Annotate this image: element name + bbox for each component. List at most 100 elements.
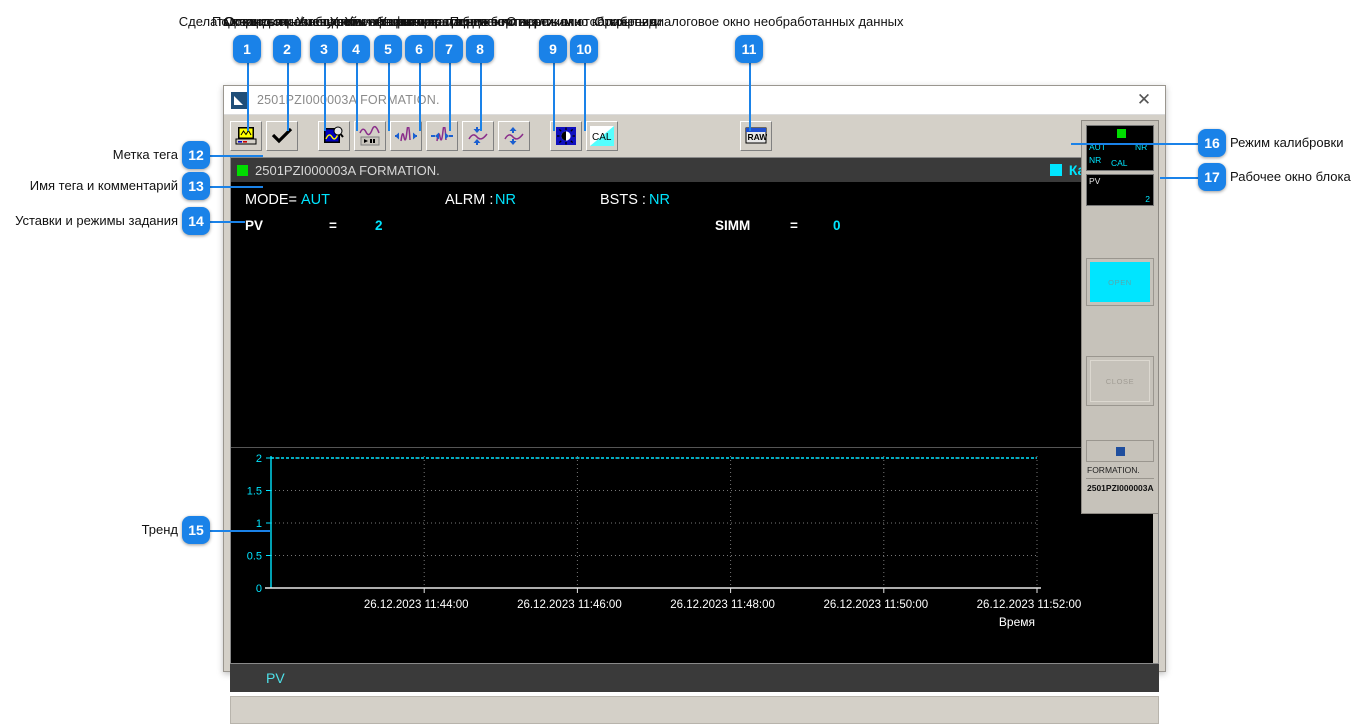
value-row: PV = 2 SIMM = 0 [245,218,1158,244]
pv-value[interactable]: 2 [375,218,383,233]
pv-key: PV [245,218,264,233]
callout-line-15 [210,530,270,532]
callout-line-2 [287,63,289,131]
callout-line-13 [210,186,263,188]
svg-text:Время: Время [999,615,1035,629]
faceplate-pv-value: 2 [1145,194,1150,204]
simm-value[interactable]: 0 [833,218,841,233]
callout-line-12 [210,155,263,157]
callout-badge-8: 8 [466,35,494,63]
acknowledge-button[interactable] [266,121,298,151]
callout-line-10 [584,63,586,131]
mode-value[interactable]: AUT [301,192,330,208]
calibration-button[interactable]: CAL [586,121,618,151]
callout-line-14 [210,221,245,223]
callout-badge-12: 12 [182,141,210,169]
tag-status-indicator-icon [237,164,248,176]
svg-text:26.12.2023 11:50:00: 26.12.2023 11:50:00 [823,599,928,611]
scale-shrink-button[interactable] [462,121,494,151]
toolbar: CAL RAW [224,115,1165,157]
status-row: MODE= AUT ALRM : NR BSTS : NR [245,192,1158,218]
callout-badge-9: 9 [539,35,567,63]
bsts-key: BSTS : [600,192,646,208]
callout-badge-4: 4 [342,35,370,63]
bsts-value: NR [649,192,670,208]
callout-line-4 [356,63,358,131]
callout-line-7 [449,63,451,131]
block-faceplate-window: 2501PZI000003A FORMATION. ✕ CAL RAW 2501… [223,85,1166,724]
legend-item-pv[interactable]: PV [266,670,285,686]
svg-text:CAL: CAL [592,132,612,143]
close-button-frame: CLOSE [1086,356,1154,406]
callout-line-6 [419,63,421,131]
alarm-key: ALRM : [445,192,494,208]
faceplate-comment: FORMATION. [1086,465,1154,479]
callout-badge-11: 11 [735,35,763,63]
svg-text:0: 0 [256,583,262,595]
faceplate-pv: PV 2 [1086,174,1154,206]
trend-chart[interactable]: 0 0.5 1 1.5 2 26.12.2023 11:44:00 26.12.2023 1… [231,447,1158,663]
block-detail-area: 2501PZI000003A FORMATION. Калибровка MOD… [230,157,1159,664]
svg-text:26.12.2023 11:44:00: 26.12.2023 11:44:00 [364,599,469,611]
toolbar-separator-3 [622,136,740,137]
simm-key: SIMM [715,218,751,233]
toolbar-separator [302,136,318,137]
toolbar-separator-2 [534,136,550,137]
callout-badge-14: 14 [182,207,210,235]
svg-text:26.12.2023 11:46:00: 26.12.2023 11:46:00 [517,599,622,611]
callout-badge-15: 15 [182,516,210,544]
faceplate-tag: 2501PZI000003A [1087,483,1154,493]
faceplate-pv-label: PV [1089,176,1101,186]
calibration-square-icon [1049,164,1062,176]
window-titlebar: 2501PZI000003A FORMATION. ✕ [224,86,1165,115]
callout-line-8 [480,63,482,131]
callout-badge-1: 1 [233,35,261,63]
window-title: 2501PZI000003A FORMATION. [257,93,440,107]
raw-data-button[interactable]: RAW [740,121,772,151]
callout-line-9 [553,63,555,131]
callout-badge-2: 2 [273,35,301,63]
faceplate-status-indicator-icon [1117,129,1126,138]
time-expand-button[interactable] [426,121,458,151]
time-shrink-button[interactable] [390,121,422,151]
block-operation-window[interactable]: AUT NR NR CAL PV 2 OPEN CLOSE FORMATION.… [1081,120,1159,514]
callout-label-11: Открыть диалоговое окно необработанных д… [594,14,904,29]
alarm-value: NR [495,192,516,208]
callout-badge-3: 3 [310,35,338,63]
svg-text:26.12.2023 11:48:00: 26.12.2023 11:48:00 [670,599,775,611]
print-button[interactable] [230,121,262,151]
callout-line-17 [1160,177,1198,179]
mode-key: MODE= [245,192,297,208]
callout-line-11 [749,63,751,131]
callout-badge-5: 5 [374,35,402,63]
callout-badge-16: 16 [1198,129,1226,157]
open-button-frame: OPEN [1086,258,1154,306]
scale-expand-button[interactable] [498,121,530,151]
faceplate-indicator [1086,440,1154,462]
trend-pause-button[interactable] [354,121,386,151]
svg-text:2: 2 [256,453,262,465]
callout-line-3 [324,63,326,131]
callout-badge-17: 17 [1198,163,1226,191]
callout-label-12: Метка тега [112,147,178,162]
trend-plot: 0 0.5 1 1.5 2 26.12.2023 11:44:00 26.12.2023 1… [247,453,1082,629]
callout-badge-13: 13 [182,172,210,200]
graph-config-button[interactable] [318,121,350,151]
svg-text:RAW: RAW [748,132,768,142]
close-button[interactable]: CLOSE [1090,360,1150,402]
close-icon[interactable]: ✕ [1123,87,1165,114]
callout-badge-7: 7 [435,35,463,63]
app-logo-icon [231,91,248,109]
open-button[interactable]: OPEN [1090,262,1150,302]
callout-badge-10: 10 [570,35,598,63]
faceplate-cal: CAL [1111,158,1128,168]
tag-name-and-comment: 2501PZI000003A FORMATION. [255,162,440,178]
status-strip [230,696,1159,724]
setpoint-and-mode-block: MODE= AUT ALRM : NR BSTS : NR PV = 2 SIM… [231,182,1158,244]
callout-label-16: Режим калибровки [1230,135,1344,150]
callout-label-17: Рабочее окно блока [1230,169,1351,184]
callout-line-5 [388,63,390,131]
callout-line-16 [1071,143,1198,145]
faceplate-status: AUT NR NR CAL [1086,125,1154,171]
simm-equals: = [790,218,798,233]
